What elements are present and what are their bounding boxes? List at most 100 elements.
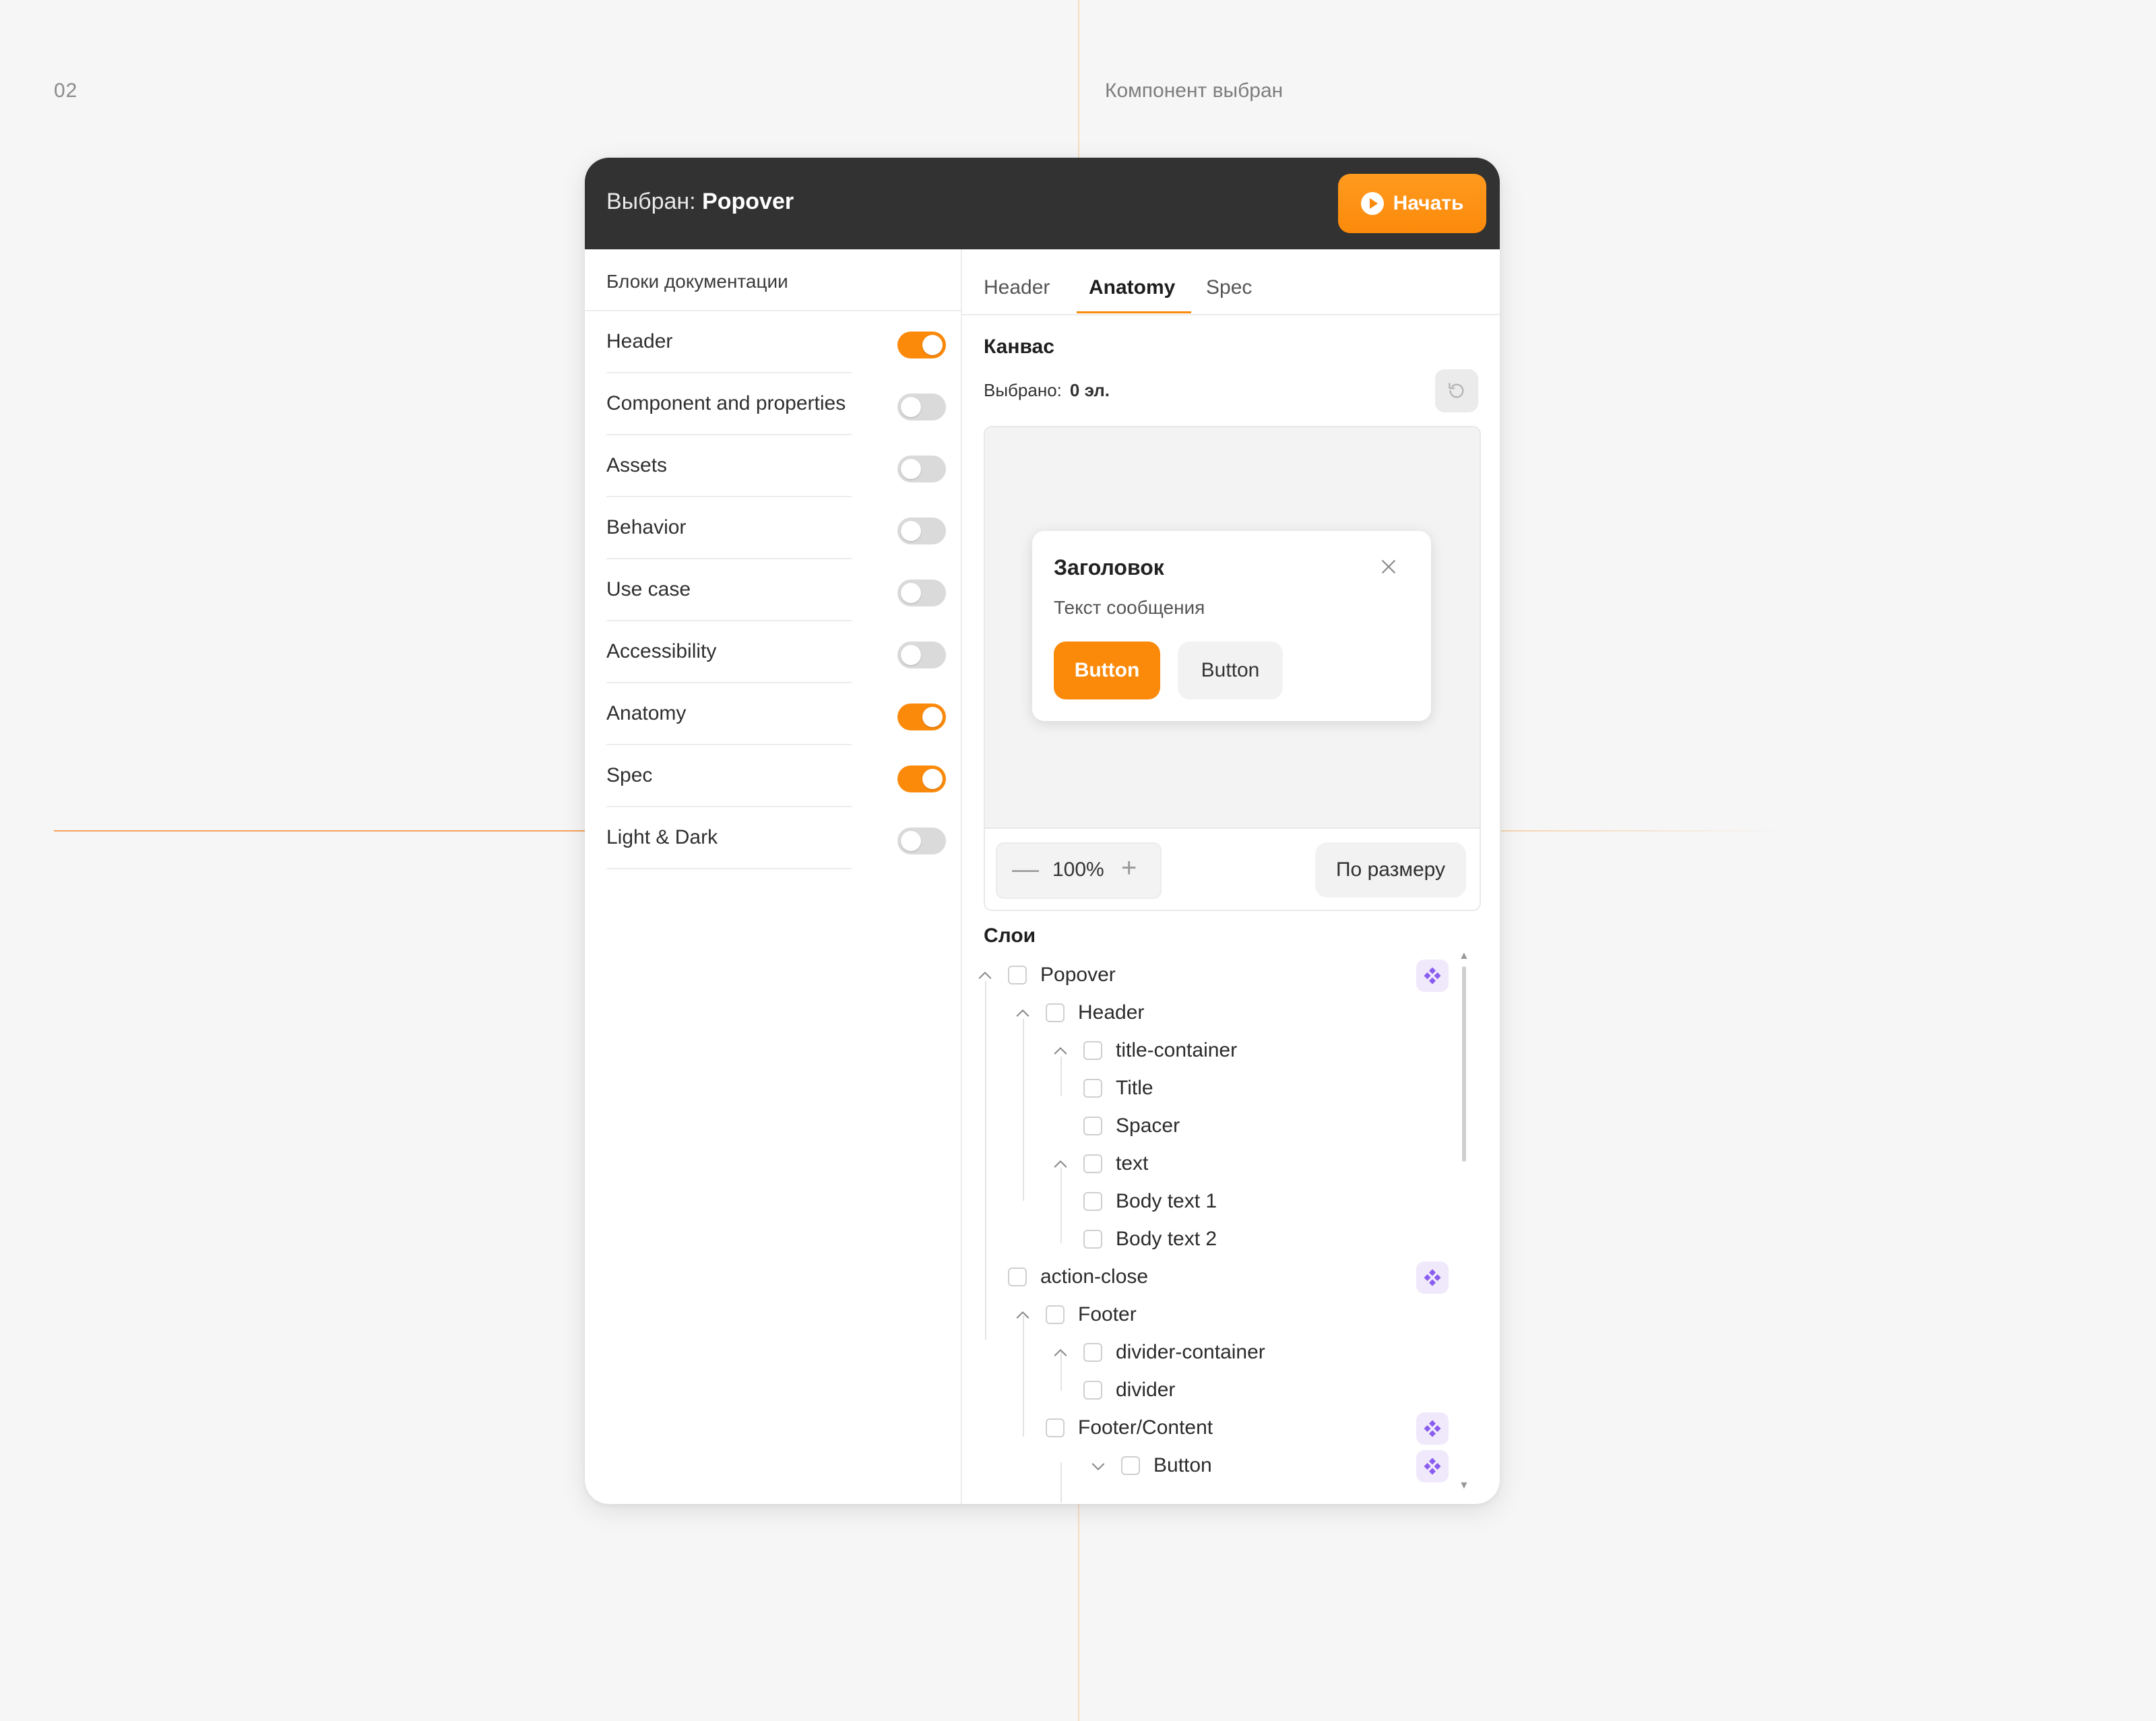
- chevron-up-icon[interactable]: [1051, 1344, 1070, 1363]
- layer-checkbox[interactable]: [1083, 1192, 1102, 1211]
- popover-primary-button[interactable]: Button: [1054, 642, 1160, 699]
- layer-checkbox[interactable]: [1083, 1154, 1102, 1173]
- doc-block-toggle[interactable]: [897, 456, 946, 482]
- chevron-up-icon[interactable]: [1051, 1155, 1070, 1174]
- tab-header[interactable]: Header: [984, 276, 1050, 299]
- layer-name: Footer: [1078, 1303, 1137, 1325]
- fit-to-size-button[interactable]: По размеру: [1315, 842, 1466, 898]
- doc-block-row[interactable]: Light & Dark: [606, 809, 946, 869]
- layer-checkbox[interactable]: [1083, 1381, 1102, 1400]
- layer-checkbox[interactable]: [1046, 1418, 1065, 1437]
- guide-line-horizontal-right: [1501, 830, 1784, 832]
- layer-row[interactable]: Body text 2: [1051, 1221, 1407, 1259]
- reset-selection-button[interactable]: [1435, 369, 1478, 412]
- doc-block-toggle[interactable]: [897, 642, 946, 668]
- doc-block-label: Header: [606, 330, 673, 352]
- chevron-up-icon[interactable]: [976, 966, 994, 985]
- selection-count: 0 эл.: [1069, 380, 1110, 400]
- selection-label: Выбрано:: [984, 380, 1062, 400]
- layer-row[interactable]: title-container: [1051, 1032, 1407, 1070]
- layer-row[interactable]: divider-container: [1051, 1334, 1407, 1372]
- selection-info: Выбрано: 0 эл.: [984, 380, 1110, 401]
- layer-checkbox[interactable]: [1008, 966, 1027, 984]
- layer-checkbox[interactable]: [1083, 1230, 1102, 1249]
- chevron-up-icon[interactable]: [1051, 1042, 1070, 1061]
- layer-row[interactable]: Footer/Content: [1013, 1410, 1407, 1447]
- layer-checkbox[interactable]: [1083, 1343, 1102, 1362]
- tab-anatomy[interactable]: Anatomy: [1089, 276, 1175, 299]
- layer-row[interactable]: Popover: [976, 957, 1407, 995]
- chevron-up-icon[interactable]: [1013, 1306, 1032, 1325]
- tab-bar: Header Anatomy Spec: [962, 249, 1500, 315]
- layer-row[interactable]: text: [1051, 1146, 1407, 1183]
- doc-block-row[interactable]: Use case: [606, 561, 946, 621]
- doc-block-row[interactable]: Assets: [606, 437, 946, 497]
- selected-component-title: Выбран: Popover: [606, 189, 794, 214]
- component-icon: [1416, 1261, 1449, 1294]
- chevron-up-icon[interactable]: [1013, 1004, 1032, 1023]
- doc-block-row[interactable]: Header: [606, 313, 946, 373]
- popover-secondary-button[interactable]: Button: [1178, 642, 1283, 699]
- layer-checkbox[interactable]: [1121, 1456, 1140, 1475]
- layer-checkbox[interactable]: [1046, 1003, 1065, 1022]
- canvas-preview[interactable]: Заголовок Текст сообщения Button Button …: [984, 426, 1481, 911]
- play-icon: [1360, 192, 1384, 215]
- scroll-up-arrow[interactable]: ▲: [1459, 950, 1469, 962]
- layers-scrollbar-thumb[interactable]: [1462, 966, 1466, 1162]
- layer-name: Button: [1153, 1454, 1212, 1476]
- canvas-toolbar: — 100% + По размеру: [985, 827, 1480, 910]
- layer-checkbox[interactable]: [1008, 1268, 1027, 1286]
- doc-block-toggle[interactable]: [897, 518, 946, 544]
- doc-block-row[interactable]: Spec: [606, 747, 946, 807]
- zoom-out-button[interactable]: —: [1012, 854, 1039, 885]
- chevron-down-icon[interactable]: [1089, 1457, 1108, 1476]
- layer-row[interactable]: Spacer: [1051, 1108, 1407, 1146]
- layer-row[interactable]: Header: [1013, 995, 1407, 1032]
- layer-checkbox[interactable]: [1083, 1079, 1102, 1098]
- layer-row[interactable]: divider: [1051, 1372, 1407, 1410]
- guide-line-horizontal-left: [54, 830, 586, 832]
- tree-guide-line: [1023, 1019, 1024, 1201]
- tree-guide-line: [985, 981, 986, 1278]
- layer-name: title-container: [1116, 1039, 1238, 1061]
- layer-row[interactable]: Footer: [1013, 1296, 1407, 1334]
- layer-checkbox[interactable]: [1083, 1041, 1102, 1060]
- layer-row[interactable]: Title: [1051, 1070, 1407, 1108]
- layer-checkbox[interactable]: [1046, 1305, 1065, 1324]
- doc-block-toggle[interactable]: [897, 765, 946, 792]
- tab-spec[interactable]: Spec: [1206, 276, 1252, 299]
- zoom-in-button[interactable]: +: [1121, 853, 1137, 883]
- layer-row[interactable]: action-close: [976, 1259, 1407, 1296]
- popover-preview[interactable]: Заголовок Текст сообщения Button Button: [1032, 531, 1431, 721]
- layer-name: Title: [1116, 1077, 1153, 1099]
- layer-name: action-close: [1040, 1265, 1149, 1288]
- doc-blocks-header: Блоки документации: [585, 249, 961, 311]
- doc-block-label: Use case: [606, 578, 691, 600]
- titlebar: Выбран: Popover Начать: [585, 158, 1500, 249]
- doc-block-toggle[interactable]: [897, 827, 946, 854]
- doc-block-row[interactable]: Behavior: [606, 499, 946, 559]
- layer-checkbox[interactable]: [1083, 1117, 1102, 1135]
- scroll-down-arrow[interactable]: ▼: [1459, 1480, 1469, 1492]
- doc-block-label: Light & Dark: [606, 826, 718, 848]
- zoom-control: — 100% +: [996, 842, 1162, 899]
- layer-name: divider: [1116, 1379, 1176, 1401]
- doc-block-label: Spec: [606, 764, 653, 786]
- layer-row[interactable]: Body text 1: [1051, 1183, 1407, 1221]
- doc-block-row[interactable]: Anatomy: [606, 685, 946, 745]
- doc-block-toggle[interactable]: [897, 394, 946, 420]
- doc-block-row[interactable]: Component and properties: [606, 375, 946, 435]
- doc-block-toggle[interactable]: [897, 580, 946, 606]
- doc-block-toggle[interactable]: [897, 332, 946, 358]
- tree-guide-line: [1060, 1462, 1062, 1503]
- undo-icon: [1449, 383, 1464, 398]
- close-icon[interactable]: [1378, 557, 1399, 577]
- layer-name: Body text 1: [1116, 1190, 1217, 1212]
- doc-block-label: Anatomy: [606, 702, 687, 724]
- layer-row[interactable]: Button: [1089, 1447, 1407, 1485]
- start-button[interactable]: Начать: [1338, 174, 1486, 233]
- layers-section-title: Слои: [984, 925, 1036, 947]
- doc-block-row[interactable]: Accessibility: [606, 623, 946, 683]
- layer-name: Header: [1078, 1001, 1145, 1024]
- doc-block-toggle[interactable]: [897, 703, 946, 730]
